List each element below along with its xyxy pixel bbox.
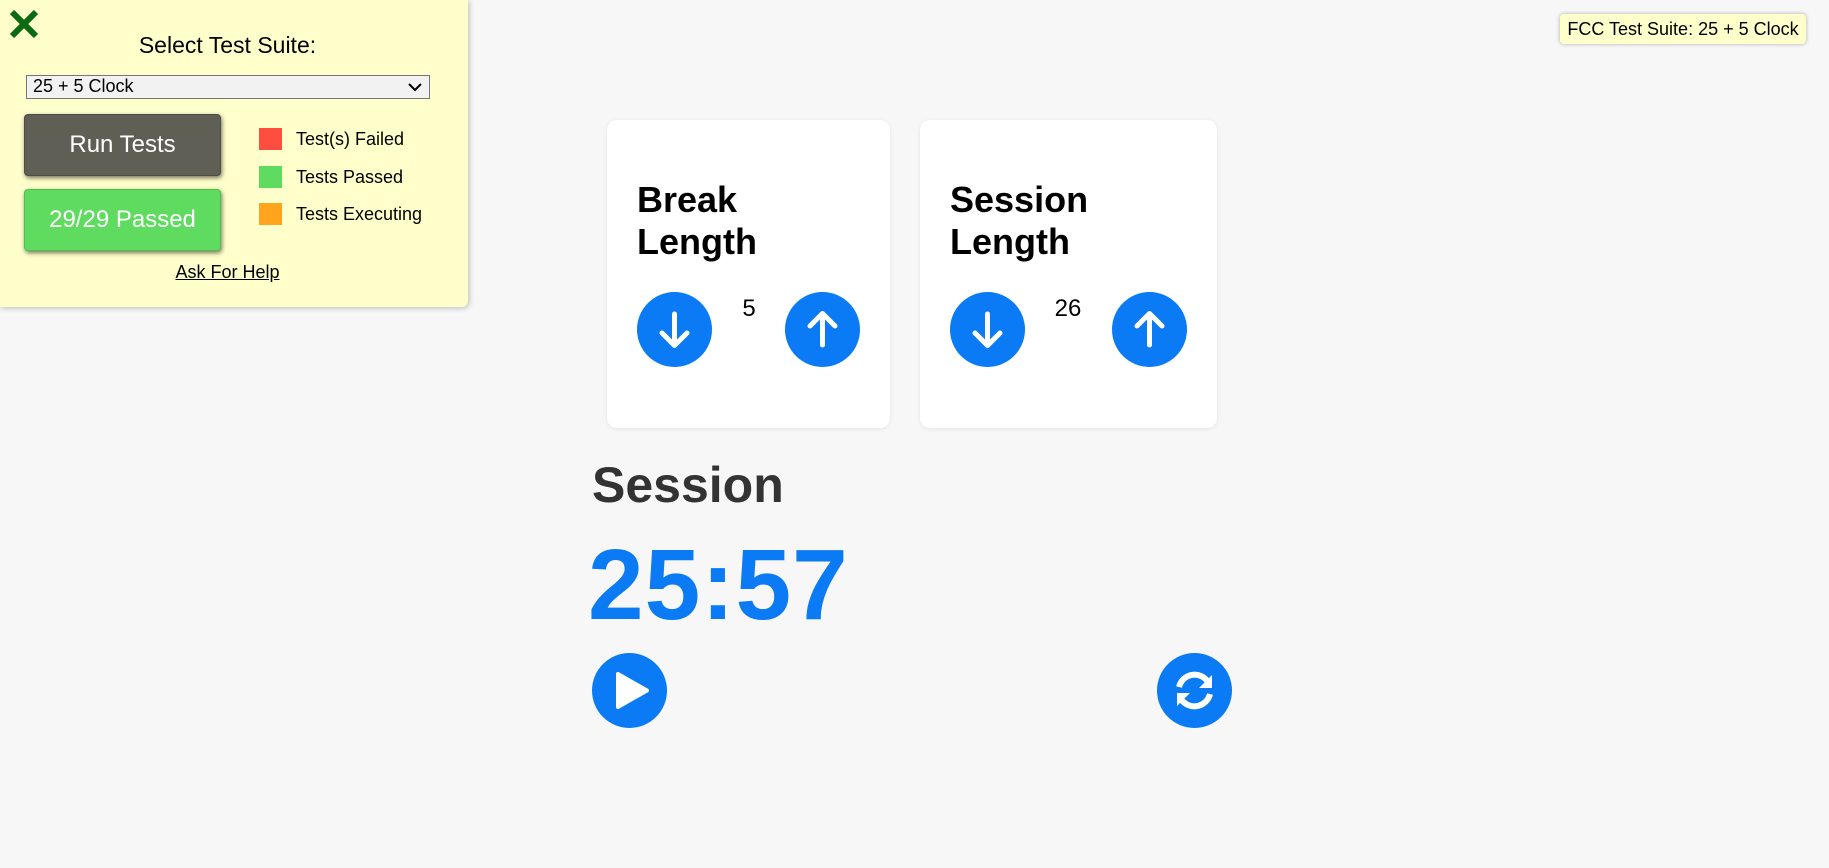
test-suite-select[interactable]: 25 + 5 Clock — [26, 75, 430, 99]
timer-label: Session — [592, 457, 784, 513]
run-tests-button[interactable]: Run Tests — [24, 114, 221, 176]
passed-swatch — [259, 166, 282, 188]
arrow-down-icon — [972, 311, 1003, 348]
failed-swatch — [259, 128, 282, 150]
session-decrement-button[interactable] — [950, 292, 1025, 367]
arrow-down-icon — [659, 311, 690, 348]
legend-label: Test(s) Failed — [296, 129, 405, 149]
session-label: Session Length — [950, 179, 1089, 262]
session-length-value: 26 — [1054, 295, 1082, 322]
play-icon — [616, 672, 649, 709]
legend-label: Tests Executing — [296, 204, 423, 224]
refresh-icon — [1176, 671, 1213, 710]
reset-button[interactable] — [1157, 653, 1232, 728]
legend-label: Tests Passed — [296, 167, 404, 187]
chevron-down-icon — [408, 83, 422, 92]
session-length-card: Session Length 26 — [920, 120, 1217, 428]
break-decrement-button[interactable] — [637, 292, 712, 367]
select-suite-heading: Select Test Suite: — [138, 32, 317, 58]
break-length-value: 5 — [742, 295, 756, 322]
ask-for-help-link[interactable]: Ask For Help — [0, 262, 455, 283]
start-stop-button[interactable] — [592, 653, 667, 728]
break-length-card: Break Length 5 — [607, 120, 890, 428]
time-left: 25:57 — [588, 529, 849, 641]
arrow-up-icon — [807, 311, 838, 348]
arrow-up-icon — [1134, 311, 1165, 348]
fcc-test-panel: Select Test Suite: 25 + 5 Clock Run Test… — [0, 0, 468, 307]
session-increment-button[interactable] — [1112, 292, 1187, 367]
break-label: Break Length — [637, 179, 757, 262]
break-increment-button[interactable] — [785, 292, 860, 367]
test-results-button[interactable]: 29/29 Passed — [24, 189, 221, 251]
fcc-test-suite-badge[interactable]: FCC Test Suite: 25 + 5 Clock — [1560, 14, 1806, 44]
executing-swatch — [259, 203, 282, 225]
test-suite-select-value: 25 + 5 Clock — [33, 76, 134, 96]
